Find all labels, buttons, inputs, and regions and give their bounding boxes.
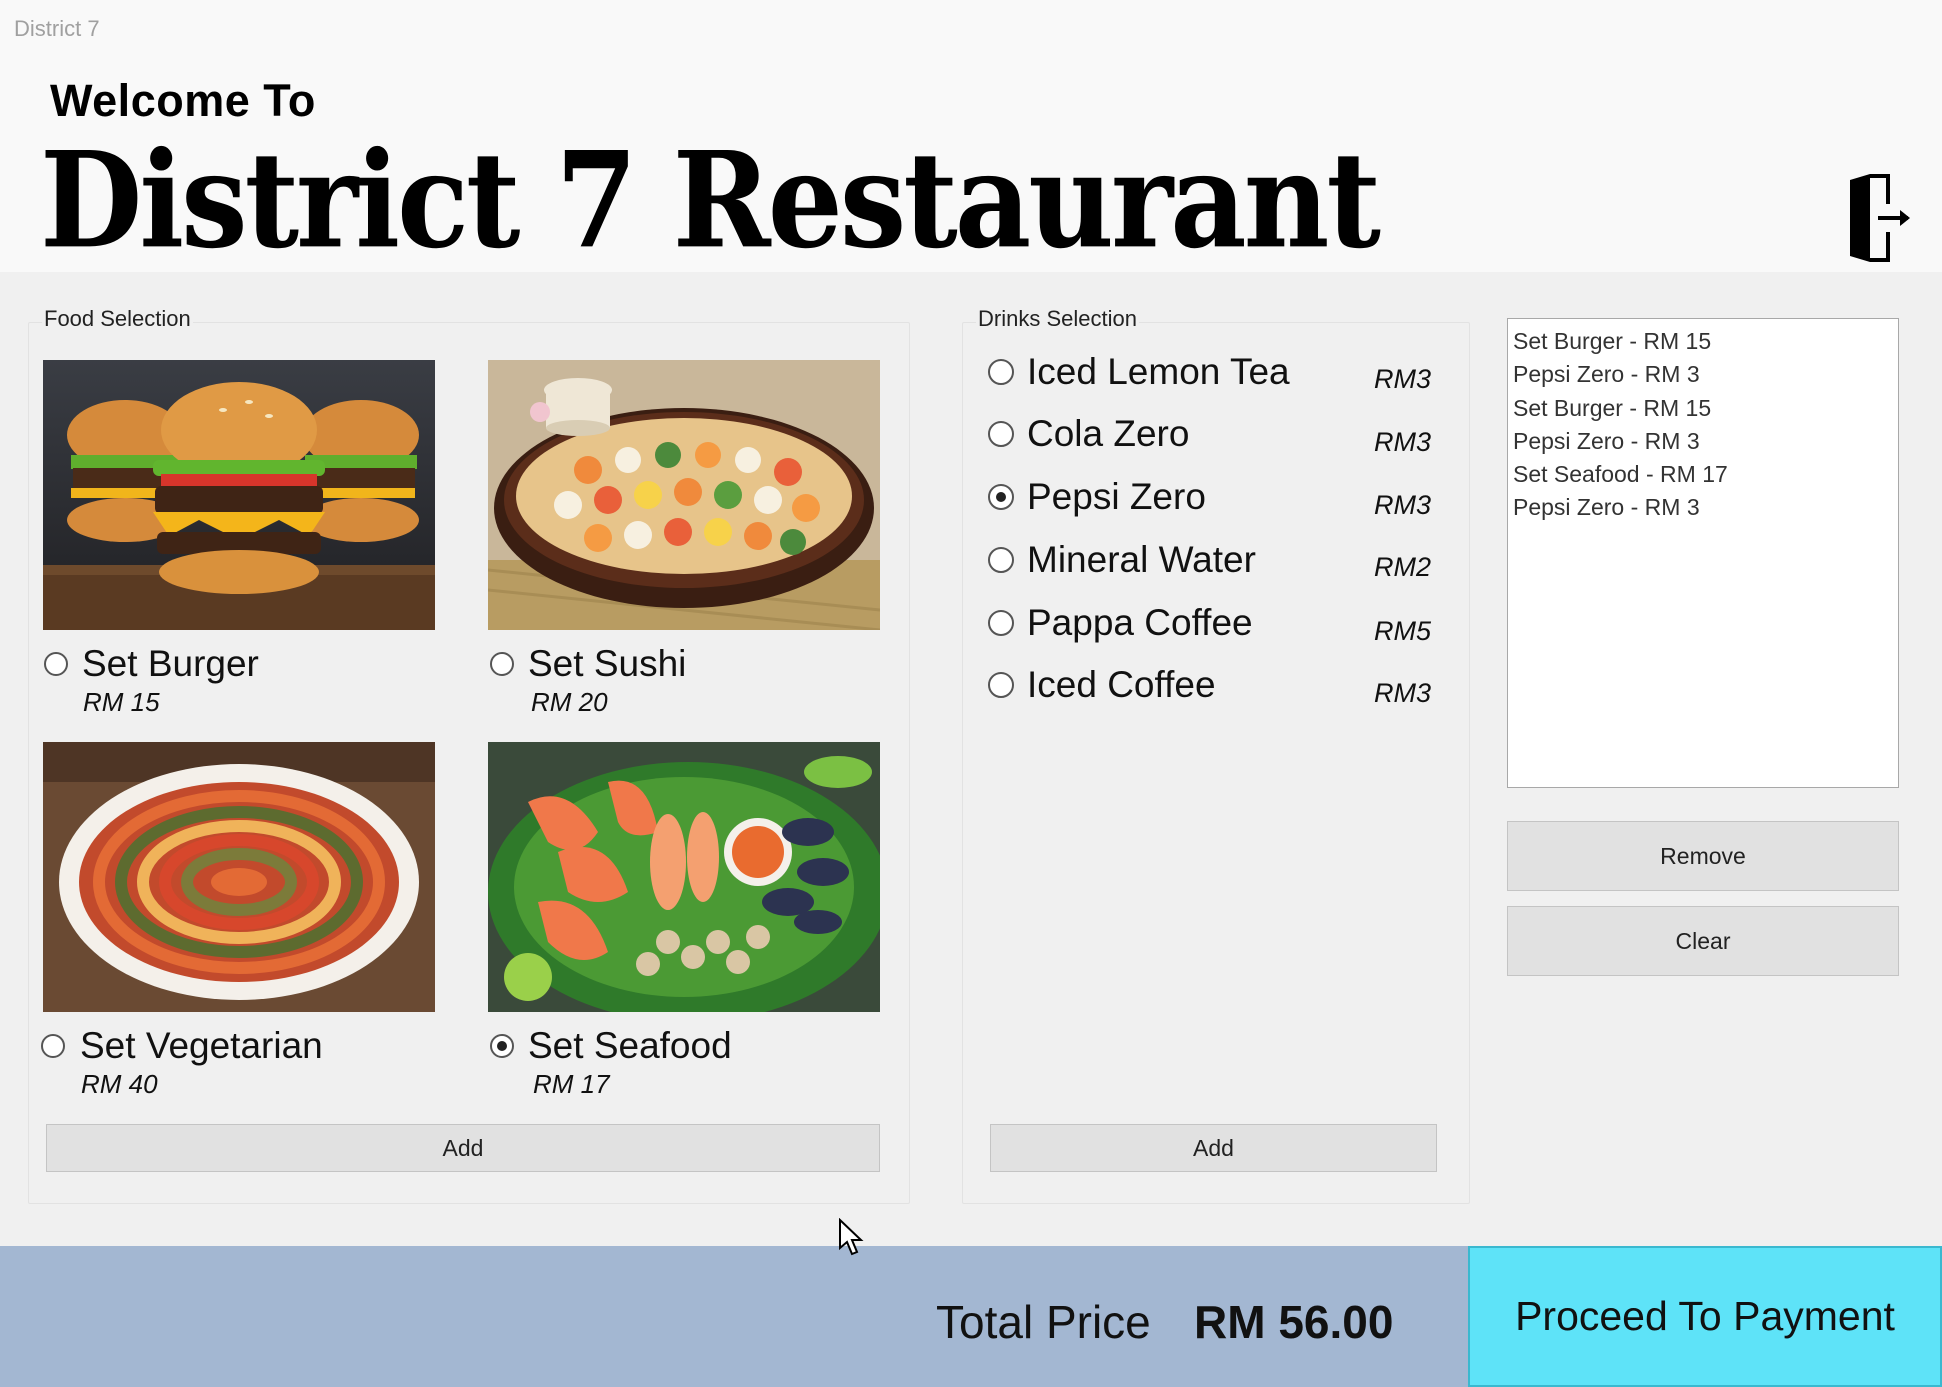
order-list[interactable]: Set Burger - RM 15 Pepsi Zero - RM 3 Set… [1507, 318, 1899, 788]
radio-mineral-water[interactable] [988, 547, 1014, 573]
radio-set-seafood[interactable] [490, 1034, 514, 1058]
header: District 7 Welcome To District 7 Restaur… [0, 0, 1942, 278]
vegetarian-image [43, 742, 435, 1012]
food-name-set-sushi: Set Sushi [528, 643, 687, 684]
drink-name-pappa-coffee: Pappa Coffee [1027, 602, 1253, 643]
drinks-selection-label: Drinks Selection [976, 306, 1139, 332]
proceed-to-payment-button[interactable]: Proceed To Payment [1468, 1246, 1942, 1387]
food-price-set-sushi: RM 20 [531, 687, 608, 717]
radio-pappa-coffee[interactable] [988, 610, 1014, 636]
order-list-item[interactable]: Set Burger - RM 15 [1513, 392, 1893, 425]
welcome-text: Welcome To [50, 75, 316, 126]
order-list-item[interactable]: Set Burger - RM 15 [1513, 325, 1893, 358]
food-add-button[interactable]: Add [46, 1124, 880, 1172]
drinks-add-button[interactable]: Add [990, 1124, 1437, 1172]
order-list-item[interactable]: Set Seafood - RM 17 [1513, 458, 1893, 491]
total-price-value: RM 56.00 [1194, 1296, 1394, 1348]
exit-door-icon [1850, 174, 1910, 262]
drink-name-mineral-water: Mineral Water [1027, 539, 1256, 580]
food-selection-label: Food Selection [42, 306, 193, 332]
food-price-set-vegetarian: RM 40 [81, 1069, 158, 1099]
drink-price-cola-zero: RM3 [1374, 427, 1432, 457]
seafood-image [488, 742, 880, 1012]
order-list-item[interactable]: Pepsi Zero - RM 3 [1513, 491, 1893, 524]
drink-price-pepsi-zero: RM3 [1374, 490, 1432, 520]
drink-name-iced-lemon-tea: Iced Lemon Tea [1027, 351, 1290, 392]
clear-button[interactable]: Clear [1507, 906, 1899, 976]
remove-button[interactable]: Remove [1507, 821, 1899, 891]
radio-set-vegetarian[interactable] [41, 1034, 65, 1058]
sushi-image [488, 360, 880, 630]
radio-iced-coffee[interactable] [988, 672, 1014, 698]
drink-name-iced-coffee: Iced Coffee [1027, 664, 1216, 705]
food-name-set-vegetarian: Set Vegetarian [80, 1025, 323, 1066]
total-price-label: Total Price [936, 1296, 1151, 1348]
food-name-set-seafood: Set Seafood [528, 1025, 732, 1066]
order-list-item[interactable]: Pepsi Zero - RM 3 [1513, 358, 1893, 391]
food-price-set-burger: RM 15 [83, 687, 160, 717]
drink-price-iced-coffee: RM3 [1374, 678, 1432, 708]
order-list-item[interactable]: Pepsi Zero - RM 3 [1513, 425, 1893, 458]
food-price-set-seafood: RM 17 [533, 1069, 610, 1099]
radio-set-burger[interactable] [44, 652, 68, 676]
mouse-cursor-icon [839, 1218, 864, 1256]
radio-cola-zero[interactable] [988, 421, 1014, 447]
drink-name-cola-zero: Cola Zero [1027, 413, 1190, 454]
drink-price-pappa-coffee: RM5 [1374, 616, 1432, 646]
restaurant-name: District 7 Restaurant [40, 122, 1381, 278]
window-title: District 7 [14, 16, 100, 41]
drink-name-pepsi-zero: Pepsi Zero [1027, 476, 1206, 517]
drink-price-mineral-water: RM2 [1374, 552, 1432, 582]
drink-price-iced-lemon-tea: RM3 [1374, 364, 1432, 394]
exit-button[interactable] [1848, 172, 1914, 264]
radio-pepsi-zero[interactable] [988, 484, 1014, 510]
burger-image [43, 360, 435, 630]
radio-iced-lemon-tea[interactable] [988, 359, 1014, 385]
restaurant-app-window: District 7 Welcome To District 7 Restaur… [0, 0, 1942, 1387]
radio-set-sushi[interactable] [490, 652, 514, 676]
food-name-set-burger: Set Burger [82, 643, 259, 684]
